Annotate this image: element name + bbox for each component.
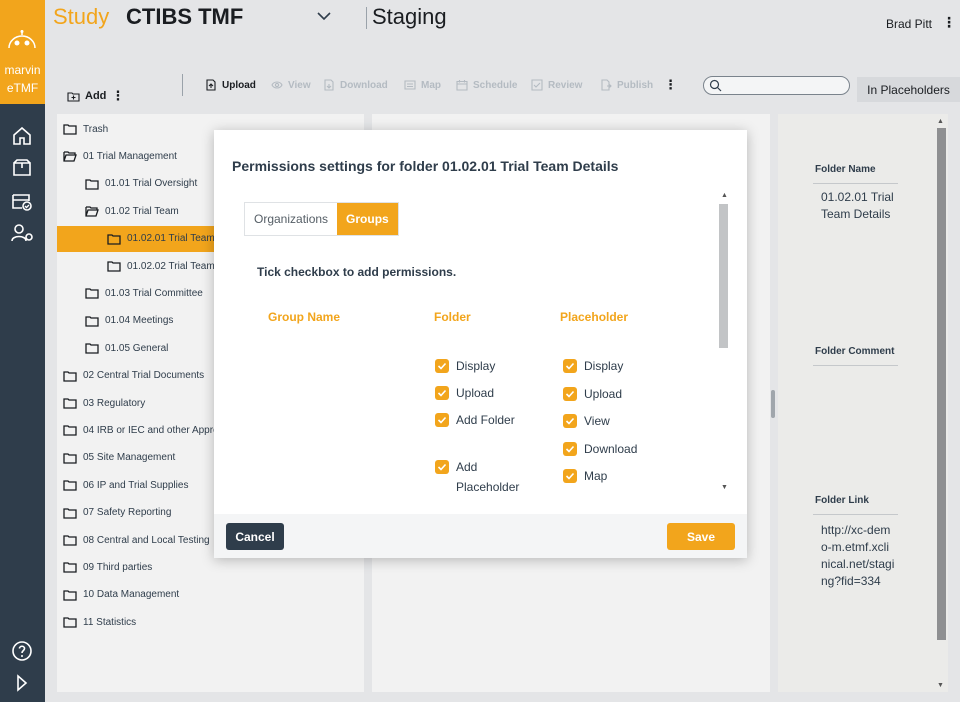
permission-label: View [584, 414, 610, 428]
checkmark-icon [563, 386, 577, 401]
permission-checkbox[interactable]: Download [563, 439, 650, 459]
checkmark-icon [435, 386, 449, 400]
checkmark-icon [563, 414, 577, 428]
logo-word-etmf: eTMF [6, 81, 39, 95]
permission-label: Download [584, 441, 638, 456]
dialog-title: Permissions settings for folder 01.02.01… [232, 158, 619, 174]
robot-icon [8, 30, 36, 48]
dialog-scrollbar[interactable] [719, 204, 728, 348]
box-icon[interactable] [10, 156, 34, 180]
help-icon[interactable] [10, 639, 34, 663]
permission-label: Upload [456, 386, 495, 400]
permission-label: Add Folder [456, 413, 515, 427]
permission-label: Display [456, 359, 496, 373]
col-folder: Folder [434, 310, 471, 324]
expand-icon[interactable] [10, 671, 34, 695]
checkmark-icon [435, 460, 449, 474]
permission-checkbox[interactable]: View [563, 411, 650, 431]
permission-label: Display [584, 359, 624, 373]
checkmark-icon [563, 469, 577, 483]
user-settings-icon[interactable] [10, 221, 34, 245]
permission-label: Upload [584, 386, 623, 401]
permissions-hint: Tick checkbox to add permissions. [257, 265, 457, 279]
dialog-footer: Cancel Save [214, 514, 747, 558]
permission-label: Add Placeholder [456, 460, 520, 494]
logo-word-marvin: marvin [4, 63, 41, 77]
col-group-name: Group Name [268, 310, 341, 324]
permission-checkbox[interactable]: Display [435, 356, 522, 376]
permission-label: Map [584, 469, 608, 483]
col-placeholder: Placeholder [560, 310, 629, 324]
package-check-icon[interactable] [10, 189, 34, 213]
left-rail: marvin eTMF [0, 0, 45, 702]
checkmark-icon [435, 413, 449, 427]
tab-organizations[interactable]: Organizations [245, 203, 338, 235]
checkmark-icon [435, 359, 449, 373]
checkmark-icon [563, 441, 577, 456]
permissions-dialog: Permissions settings for folder 01.02.01… [214, 130, 747, 558]
cancel-button[interactable]: Cancel [226, 523, 284, 550]
save-button[interactable]: Save [667, 523, 735, 550]
permission-checkbox[interactable]: Map [563, 466, 650, 486]
dialog-scroll-down-icon[interactable]: ▼ [721, 484, 728, 491]
permission-checkbox[interactable]: Upload [563, 384, 650, 404]
permission-checkbox[interactable]: Add Placeholder [435, 457, 522, 497]
home-icon[interactable] [10, 124, 34, 148]
dialog-scroll-up-icon[interactable]: ▲ [721, 192, 728, 199]
app-logo[interactable]: marvin eTMF [0, 0, 45, 104]
permission-tabs: Organizations Groups [244, 202, 399, 236]
tab-groups[interactable]: Groups [337, 203, 398, 235]
checkmark-icon [563, 359, 577, 373]
permission-checkbox[interactable]: Upload [435, 383, 522, 403]
permission-checkbox[interactable]: Add Folder [435, 410, 522, 430]
permission-checkbox[interactable]: Display [563, 356, 650, 376]
